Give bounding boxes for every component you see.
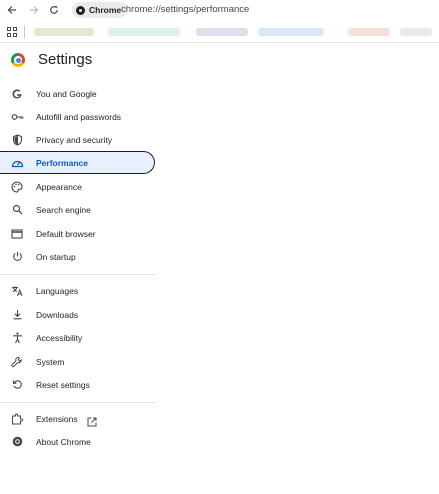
sidebar-item-languages[interactable]: Languages xyxy=(0,279,155,302)
blurred-bookmark[interactable] xyxy=(400,28,432,36)
sidebar-divider xyxy=(0,402,156,403)
chip-label: Chrome xyxy=(89,5,122,15)
download-icon xyxy=(10,308,24,322)
open-in-new-icon xyxy=(87,414,97,426)
blurred-bookmark[interactable] xyxy=(34,28,94,36)
sidebar-item-label: Reset settings xyxy=(36,379,90,390)
forward-arrow-icon[interactable] xyxy=(26,2,42,18)
sidebar-item-default-browser[interactable]: Default browser xyxy=(0,222,155,245)
power-icon xyxy=(10,250,24,264)
sidebar-item-label: Accessibility xyxy=(36,332,83,343)
sidebar-divider xyxy=(0,274,156,275)
sidebar-item-reset-settings[interactable]: Reset settings xyxy=(0,373,155,396)
sidebar-item-label: About Chrome xyxy=(36,436,91,447)
sidebar-item-label: System xyxy=(36,356,65,367)
settings-header: Settings xyxy=(0,42,439,80)
sidebar-item-privacy[interactable]: Privacy and security xyxy=(0,128,155,151)
sidebar-item-label: Search engine xyxy=(36,204,91,215)
speedometer-icon xyxy=(10,156,24,170)
key-icon xyxy=(10,110,24,124)
sidebar-item-label: Performance xyxy=(36,157,88,168)
site-chip[interactable]: Chrome xyxy=(72,2,128,18)
accessibility-icon xyxy=(10,331,24,345)
sidebar-item-label: You and Google xyxy=(36,88,97,99)
sidebar-item-appearance[interactable]: Appearance xyxy=(0,175,155,198)
sidebar-item-label: Privacy and security xyxy=(36,134,113,145)
sidebar-item-label: Autofill and passwords xyxy=(36,111,122,122)
sidebar-item-performance[interactable]: Performance xyxy=(0,151,155,174)
page-title: Settings xyxy=(38,51,93,68)
sidebar-item-autofill[interactable]: Autofill and passwords xyxy=(0,105,155,128)
address-bar[interactable]: chrome://settings/performance xyxy=(121,4,249,15)
chrome-chip-icon xyxy=(76,5,85,15)
browser-toolbar: Chrome chrome://settings/performance xyxy=(0,0,439,21)
sidebar-item-label: Default browser xyxy=(36,228,96,239)
sidebar-item-accessibility[interactable]: Accessibility xyxy=(0,326,155,349)
sidebar-item-label: Extensions xyxy=(36,413,78,424)
puzzle-icon xyxy=(10,412,24,426)
search-icon xyxy=(10,203,24,217)
palette-icon xyxy=(10,180,24,194)
shield-icon xyxy=(10,133,24,147)
sidebar-item-label: On startup xyxy=(36,251,76,262)
sidebar-item-downloads[interactable]: Downloads xyxy=(0,303,155,326)
browser-window-icon xyxy=(10,227,24,241)
google-g-icon xyxy=(10,87,24,101)
reset-icon xyxy=(10,378,24,392)
bookmarks-separator xyxy=(24,26,25,38)
sidebar-item-you-and-google[interactable]: You and Google xyxy=(0,82,155,105)
wrench-icon xyxy=(10,355,24,369)
bookmarks-bar xyxy=(0,22,439,43)
sidebar-item-label: Appearance xyxy=(36,181,82,192)
sidebar-item-extensions[interactable]: Extensions xyxy=(0,407,155,430)
sidebar-item-search-engine[interactable]: Search engine xyxy=(0,198,155,221)
reload-icon[interactable] xyxy=(46,2,62,18)
translate-icon xyxy=(10,284,24,298)
sidebar-item-label: Languages xyxy=(36,285,79,296)
sidebar-item-about-chrome[interactable]: About Chrome xyxy=(0,430,155,453)
apps-grid-icon[interactable] xyxy=(7,27,17,37)
blurred-bookmark[interactable] xyxy=(108,28,180,36)
sidebar-item-label: Downloads xyxy=(36,309,79,320)
chrome-logo-icon xyxy=(10,435,24,449)
sidebar-item-system[interactable]: System xyxy=(0,350,155,373)
back-arrow-icon[interactable] xyxy=(4,2,20,18)
blurred-bookmark[interactable] xyxy=(348,28,390,36)
chrome-logo-icon xyxy=(11,53,25,67)
blurred-bookmark[interactable] xyxy=(258,28,324,36)
sidebar-item-on-startup[interactable]: On startup xyxy=(0,245,155,268)
blurred-bookmark[interactable] xyxy=(196,28,248,36)
